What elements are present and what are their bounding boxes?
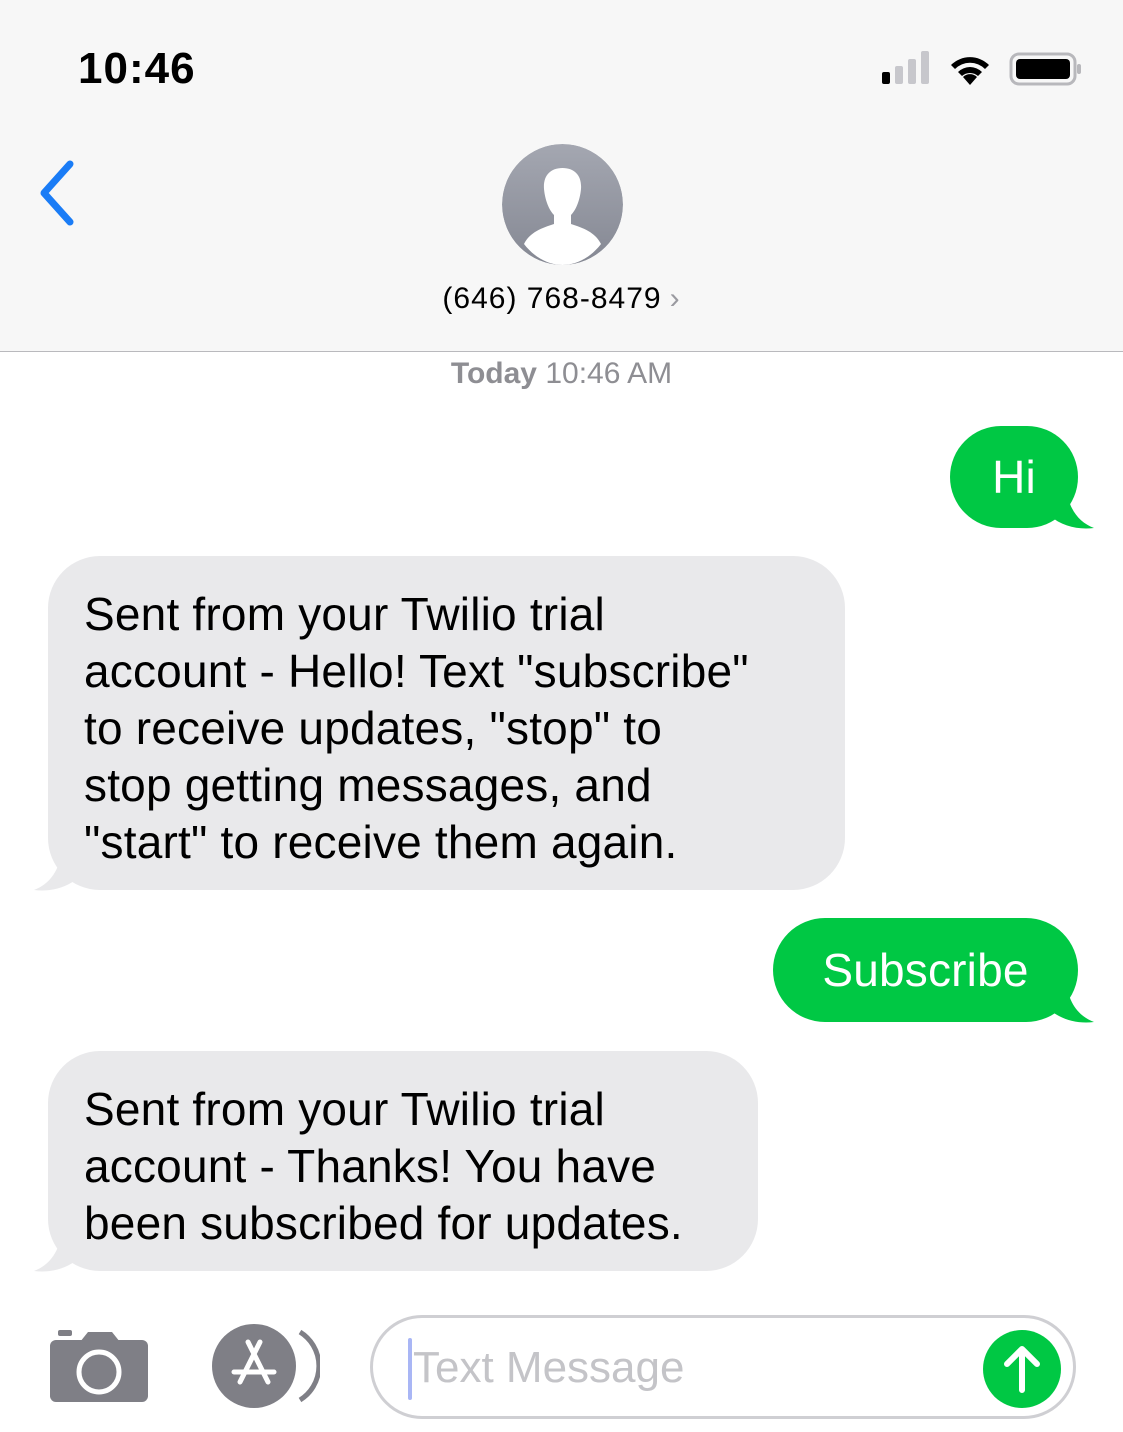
conversation-header: 10:46 (646) 768-8479 ›	[0, 0, 1123, 352]
timestamp-day: Today	[450, 357, 537, 390]
arrow-up-icon	[1004, 1346, 1040, 1393]
text-cursor	[408, 1338, 412, 1400]
message-input-container	[370, 1315, 1076, 1419]
bubble-tail	[34, 848, 78, 891]
chevron-left-icon	[40, 160, 74, 226]
app-store-icon	[212, 1324, 322, 1408]
timestamp-time: 10:46 AM	[545, 357, 673, 390]
person-silhouette-icon	[502, 144, 623, 265]
status-time: 10:46	[78, 44, 196, 93]
contact-name-button[interactable]: (646) 768-8479 ›	[0, 282, 1123, 316]
message-text: Sent from your Twilio trial account - Th…	[84, 1083, 683, 1249]
camera-icon	[50, 1330, 148, 1402]
message-bubble-received[interactable]: Sent from your Twilio trial account - He…	[48, 556, 845, 890]
battery-icon	[1009, 52, 1081, 86]
send-button[interactable]	[983, 1330, 1061, 1408]
back-button[interactable]	[30, 158, 86, 228]
bubble-tail	[1050, 486, 1094, 529]
chevron-right-icon: ›	[669, 282, 681, 315]
message-text: Sent from your Twilio trial account - He…	[84, 588, 749, 868]
contact-avatar[interactable]	[502, 144, 623, 265]
app-store-button[interactable]	[208, 1324, 322, 1408]
status-icons	[882, 48, 1083, 88]
bubble-tail	[34, 1229, 78, 1272]
message-bubble-received[interactable]: Sent from your Twilio trial account - Th…	[48, 1051, 758, 1271]
cellular-signal-icon	[882, 50, 929, 84]
contact-phone: (646) 768-8479	[442, 282, 662, 315]
message-bubble-sent[interactable]: Subscribe	[773, 918, 1078, 1022]
bubble-tail	[1050, 980, 1094, 1023]
message-text: Subscribe	[822, 944, 1029, 996]
message-input[interactable]	[413, 1334, 973, 1402]
camera-button[interactable]	[50, 1330, 148, 1402]
conversation-timestamp: Today 10:46 AM	[0, 357, 1123, 391]
wifi-icon	[951, 57, 989, 85]
message-text: Hi	[992, 451, 1036, 503]
